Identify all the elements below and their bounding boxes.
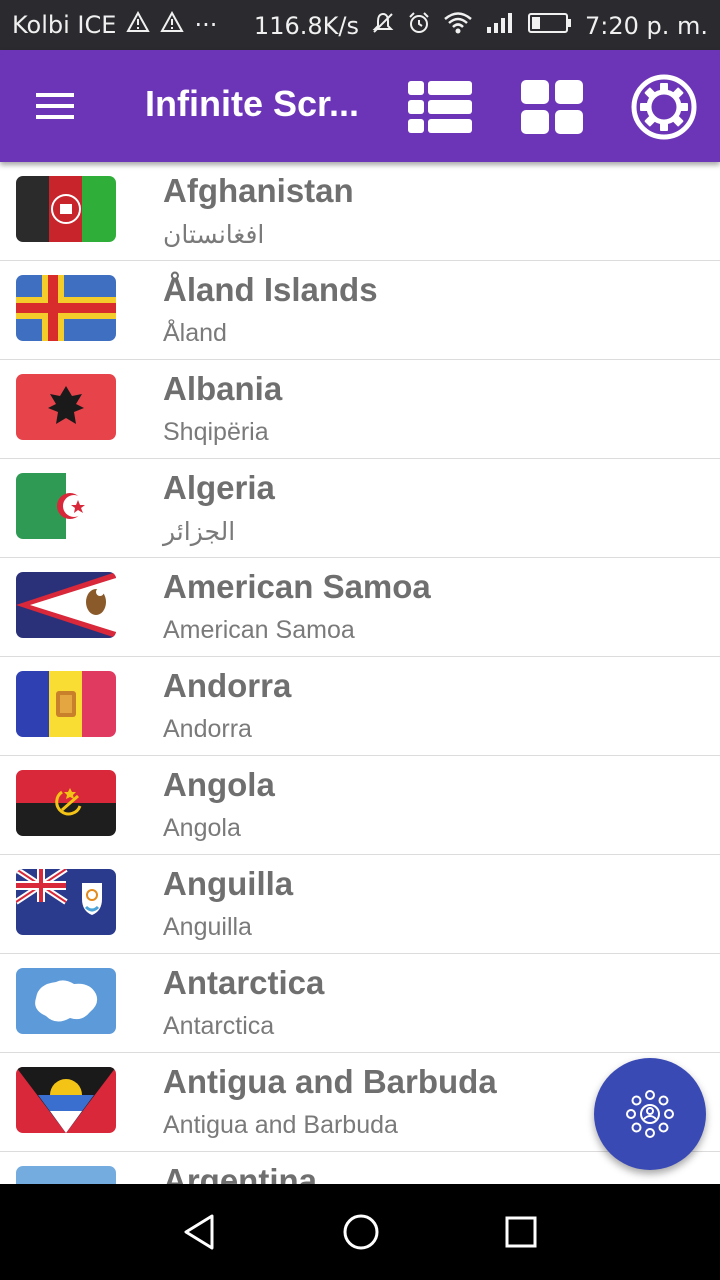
- country-native-name: الجزائر: [163, 518, 236, 546]
- list-item[interactable]: Angola Angola: [0, 756, 720, 855]
- signal-icon: [485, 11, 515, 41]
- status-bar: Kolbi ICE ··· 116.8K/s 7:20 p. m.: [0, 0, 720, 50]
- network-speed: 116.8K/s: [253, 12, 359, 40]
- list-view-button[interactable]: [404, 72, 476, 142]
- country-native-name: افغانستان: [163, 221, 265, 249]
- country-native-name: Andorra: [163, 715, 252, 743]
- list-item[interactable]: Afghanistan افغانستان: [0, 162, 720, 261]
- country-name: Angola: [163, 766, 275, 803]
- country-native-name: Anguilla: [163, 913, 252, 941]
- home-button[interactable]: [337, 1208, 385, 1256]
- settings-icon: [631, 74, 697, 140]
- country-native-name: Åland: [163, 319, 227, 347]
- list-view-icon: [408, 81, 472, 133]
- country-name: Åland Islands: [163, 271, 378, 308]
- status-bar-left: Kolbi ICE ···: [12, 10, 218, 39]
- list-item[interactable]: Albania Shqipëria: [0, 360, 720, 459]
- country-name: Argentina: [163, 1162, 318, 1184]
- hamburger-menu-icon: [36, 93, 74, 119]
- list-item[interactable]: Antarctica Antarctica: [0, 954, 720, 1053]
- country-native-name: Antarctica: [163, 1012, 275, 1040]
- app-title: Infinite Scr...: [145, 83, 360, 124]
- country-name: Albania: [163, 370, 283, 407]
- algeria-flag: [16, 473, 116, 539]
- country-name: Afghanistan: [163, 172, 354, 209]
- antarctica-flag: [16, 968, 116, 1034]
- country-native-name: Antigua and Barbuda: [163, 1111, 398, 1139]
- mute-icon: [371, 11, 395, 41]
- argentina-flag: [16, 1166, 116, 1184]
- settings-button[interactable]: [628, 72, 700, 142]
- people-network-icon: [626, 1090, 674, 1138]
- country-name: Algeria: [163, 469, 275, 506]
- afghanistan-flag: [16, 176, 116, 242]
- grid-view-icon: [521, 80, 583, 134]
- battery-icon: [527, 11, 573, 41]
- country-name: Anguilla: [163, 865, 294, 902]
- grid-view-button[interactable]: [516, 72, 588, 142]
- country-native-name: American Samoa: [163, 616, 355, 644]
- aland-islands-flag: [16, 275, 116, 341]
- recents-button[interactable]: [497, 1208, 545, 1256]
- list-item[interactable]: Anguilla Anguilla: [0, 855, 720, 954]
- american-samoa-flag: [16, 572, 116, 638]
- angola-flag: [16, 770, 116, 836]
- warning-icon: [160, 10, 185, 39]
- andorra-flag: [16, 671, 116, 737]
- floating-action-button[interactable]: [594, 1058, 706, 1170]
- list-item[interactable]: American Samoa American Samoa: [0, 558, 720, 657]
- list-item[interactable]: Algeria الجزائر: [0, 459, 720, 558]
- menu-button[interactable]: [28, 80, 84, 132]
- navigation-bar: [0, 1184, 720, 1280]
- antigua-and-barbuda-flag: [16, 1067, 116, 1133]
- country-name: American Samoa: [163, 568, 431, 605]
- status-bar-right: 116.8K/s 7:20 p. m.: [254, 11, 708, 41]
- anguilla-flag: [16, 869, 116, 935]
- more-notifications-indicator: ···: [194, 11, 218, 39]
- albania-flag: [16, 374, 116, 440]
- clock: 7:20 p. m.: [584, 12, 708, 40]
- country-name: Andorra: [163, 667, 292, 704]
- country-native-name: Shqipëria: [163, 418, 269, 446]
- country-native-name: Angola: [163, 814, 241, 842]
- warning-icon: [126, 10, 151, 39]
- country-list[interactable]: Afghanistan افغانستان Åland Islands Ålan…: [0, 162, 720, 1184]
- list-item[interactable]: Argentina: [0, 1152, 720, 1184]
- app-bar: Infinite Scr...: [0, 50, 720, 162]
- country-name: Antigua and Barbuda: [163, 1063, 497, 1100]
- back-button[interactable]: [176, 1208, 224, 1256]
- country-name: Antarctica: [163, 964, 325, 1001]
- alarm-icon: [407, 11, 431, 41]
- recents-icon: [505, 1216, 537, 1248]
- list-item[interactable]: Andorra Andorra: [0, 657, 720, 756]
- back-icon: [184, 1214, 214, 1250]
- home-icon: [343, 1214, 379, 1250]
- wifi-icon: [443, 11, 473, 41]
- list-item[interactable]: Åland Islands Åland: [0, 261, 720, 360]
- carrier-label: Kolbi ICE: [12, 11, 117, 39]
